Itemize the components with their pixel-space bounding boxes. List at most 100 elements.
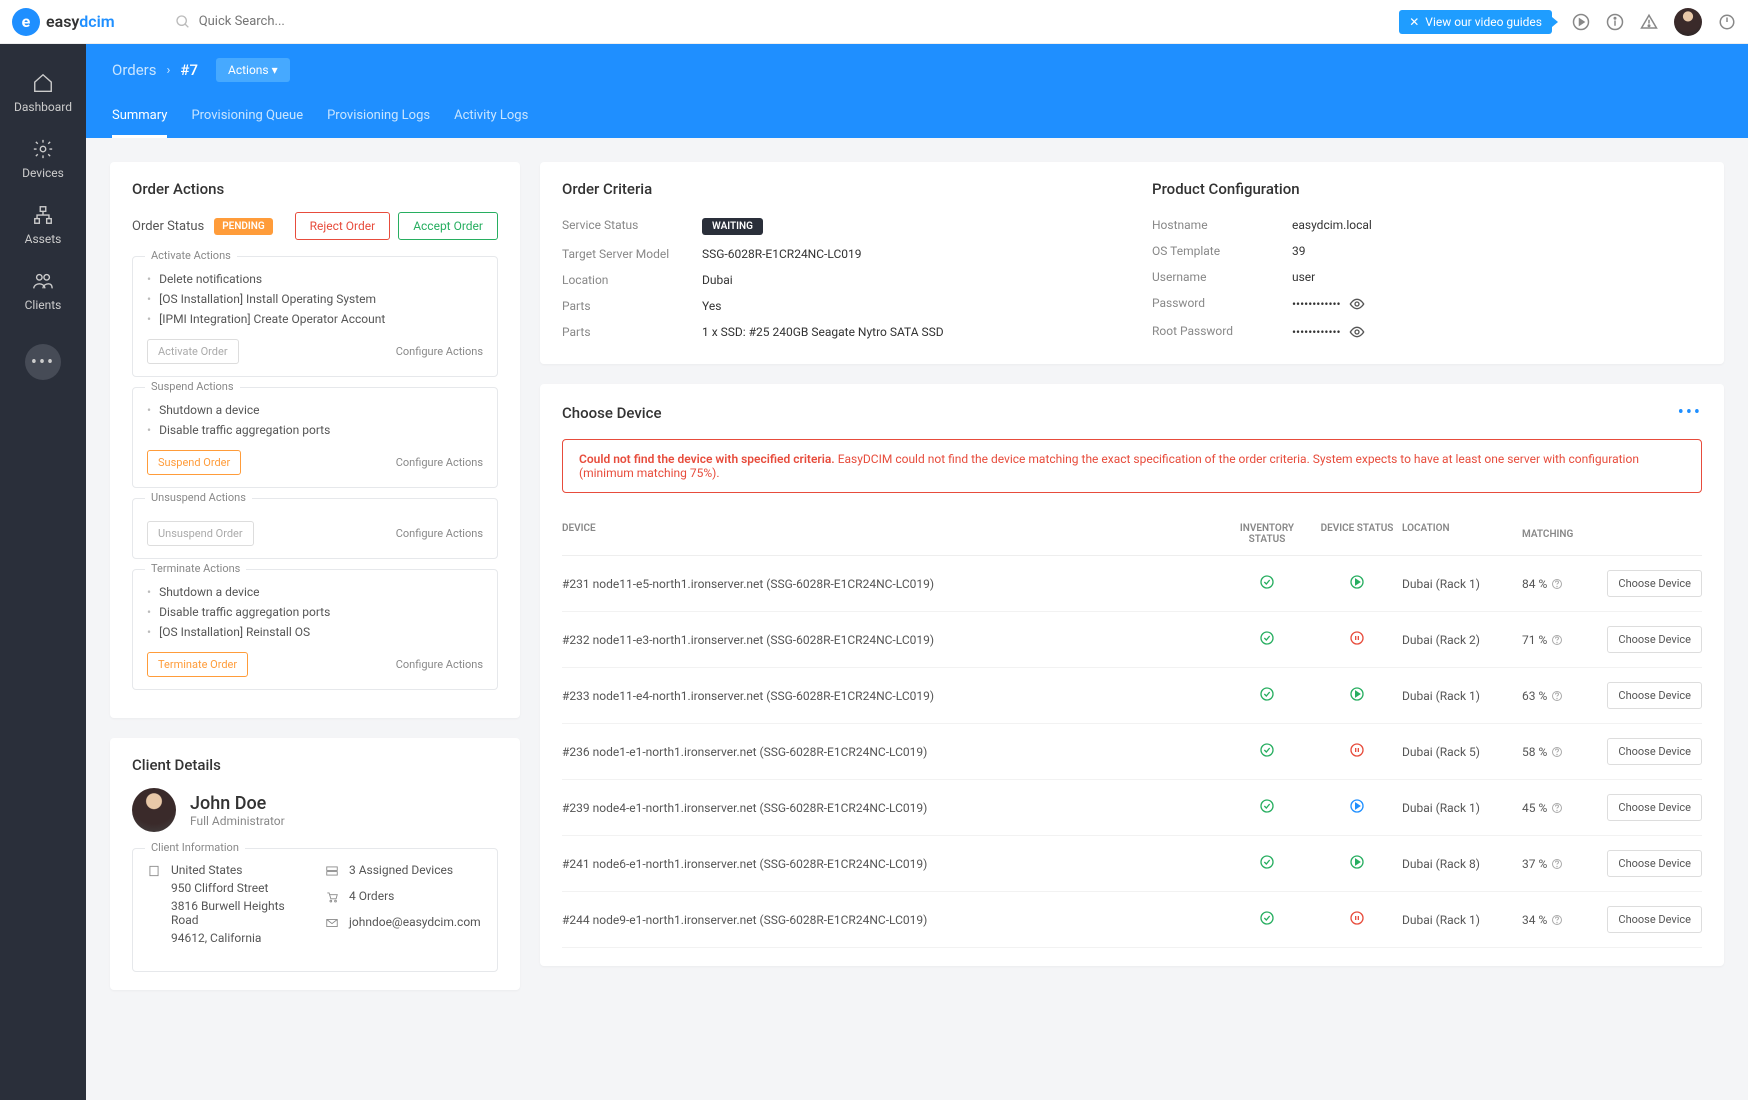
kv-row: PartsYes <box>562 293 1112 319</box>
help-icon[interactable] <box>1551 746 1563 758</box>
search-input[interactable] <box>199 14 399 29</box>
action-section-title: Suspend Actions <box>145 380 240 393</box>
help-icon[interactable] <box>1551 634 1563 646</box>
terminate-order-button[interactable]: Terminate Order <box>147 652 248 677</box>
sidebar-item-label: Clients <box>25 298 62 312</box>
close-icon[interactable]: ✕ <box>1409 15 1419 29</box>
video-guides-button[interactable]: ✕ View our video guides <box>1399 10 1552 34</box>
breadcrumb-parent[interactable]: Orders <box>112 61 157 79</box>
configure-actions-link[interactable]: Configure Actions <box>396 658 483 671</box>
choose-device-button[interactable]: Choose Device <box>1607 626 1702 653</box>
sidebar-item-devices[interactable]: Devices <box>0 126 86 192</box>
error-alert: Could not find the device with specified… <box>562 439 1702 493</box>
table-row: #233 node11-e4-north1.ironserver.net (SS… <box>562 668 1702 724</box>
order-status-label: Order Status <box>132 219 204 234</box>
sidebar-more-button[interactable]: ••• <box>25 344 61 380</box>
breadcrumb-current: #7 <box>180 61 198 79</box>
sidebar-item-label: Assets <box>25 232 62 246</box>
card-title: Choose Device <box>562 404 662 422</box>
play-circle-icon[interactable] <box>1572 13 1590 31</box>
device-status-icon <box>1312 854 1402 873</box>
action-section-title: Activate Actions <box>145 249 237 262</box>
tab-activity-logs[interactable]: Activity Logs <box>454 96 528 138</box>
configure-actions-link[interactable]: Configure Actions <box>396 456 483 469</box>
logo-icon: e <box>12 8 40 36</box>
choose-device-button[interactable]: Choose Device <box>1607 906 1702 933</box>
kv-row: Parts1 x SSD: #25 240GB Seagate Nytro SA… <box>562 319 1112 345</box>
suspend-order-button[interactable]: Suspend Order <box>147 450 241 475</box>
card-title: Order Actions <box>132 180 498 198</box>
logo[interactable]: e easydcim <box>12 8 115 36</box>
eye-icon[interactable] <box>1349 324 1365 340</box>
accept-order-button[interactable]: Accept Order <box>398 212 498 240</box>
choose-device-button[interactable]: Choose Device <box>1607 570 1702 597</box>
mail-icon <box>325 915 339 933</box>
client-meta-text: 3 Assigned Devices <box>349 863 453 877</box>
choose-device-button[interactable]: Choose Device <box>1607 850 1702 877</box>
client-name: John Doe <box>190 793 285 814</box>
kv-val: 1 x SSD: #25 240GB Seagate Nytro SATA SS… <box>702 325 944 339</box>
device-name: #233 node11-e4-north1.ironserver.net (SS… <box>562 689 1222 703</box>
eye-icon[interactable] <box>1349 296 1365 312</box>
help-icon[interactable] <box>1551 914 1563 926</box>
kv-row: Target Server ModelSSG-6028R-E1CR24NC-LC… <box>562 241 1112 267</box>
col-header-devstatus: DEVICE STATUS <box>1312 523 1402 545</box>
home-icon <box>32 72 54 94</box>
power-icon[interactable] <box>1718 13 1736 31</box>
kv-key: Location <box>562 273 702 287</box>
info-icon[interactable] <box>1606 13 1624 31</box>
help-icon[interactable] <box>1551 802 1563 814</box>
action-item: Delete notifications <box>147 269 483 289</box>
inventory-status-icon <box>1222 742 1312 761</box>
warning-icon[interactable] <box>1640 13 1658 31</box>
col-header-inventory: INVENTORY STATUS <box>1222 523 1312 545</box>
topbar: e easydcim ✕ View our video guides <box>0 0 1748 44</box>
device-location: Dubai (Rack 1) <box>1402 801 1522 815</box>
configure-actions-link[interactable]: Configure Actions <box>396 345 483 358</box>
help-icon[interactable] <box>1551 690 1563 702</box>
action-section: Suspend Actions Shutdown a deviceDisable… <box>132 387 498 488</box>
status-badge-waiting: WAITING <box>702 218 763 235</box>
choose-device-button[interactable]: Choose Device <box>1607 794 1702 821</box>
inventory-status-icon <box>1222 854 1312 873</box>
device-status-icon <box>1312 686 1402 705</box>
activate-order-button[interactable]: Activate Order <box>147 339 239 364</box>
card-title: Client Details <box>132 756 498 774</box>
sidebar-item-dashboard[interactable]: Dashboard <box>0 60 86 126</box>
choose-device-button[interactable]: Choose Device <box>1607 738 1702 765</box>
device-name: #239 node4-e1-north1.ironserver.net (SSG… <box>562 801 1222 815</box>
client-address: United States950 Clifford Street3816 Bur… <box>147 863 305 949</box>
logo-text: easydcim <box>46 12 115 31</box>
table-row: #239 node4-e1-north1.ironserver.net (SSG… <box>562 780 1702 836</box>
tab-provisioning-logs[interactable]: Provisioning Logs <box>327 96 430 138</box>
reject-order-button[interactable]: Reject Order <box>295 212 391 240</box>
client-meta-text: 4 Orders <box>349 889 394 903</box>
configure-actions-link[interactable]: Configure Actions <box>396 527 483 540</box>
address-line: 94612, California <box>171 931 305 945</box>
cart-icon <box>325 889 339 907</box>
action-item: Disable traffic aggregation ports <box>147 420 483 440</box>
sidebar-item-clients[interactable]: Clients <box>0 258 86 324</box>
more-options-button[interactable]: ••• <box>1678 402 1702 423</box>
help-icon[interactable] <box>1551 578 1563 590</box>
sidebar-item-assets[interactable]: Assets <box>0 192 86 258</box>
user-avatar[interactable] <box>1674 8 1702 36</box>
actions-dropdown[interactable]: Actions ▾ <box>216 58 290 82</box>
sidebar-item-label: Devices <box>22 166 64 180</box>
action-section-title: Unsuspend Actions <box>145 491 252 504</box>
choose-device-card: Choose Device ••• Could not find the dev… <box>540 384 1724 966</box>
tab-summary[interactable]: Summary <box>112 96 167 138</box>
tab-provisioning-queue[interactable]: Provisioning Queue <box>191 96 303 138</box>
choose-device-button[interactable]: Choose Device <box>1607 682 1702 709</box>
col-header-location: LOCATION <box>1402 523 1522 545</box>
device-name: #236 node1-e1-north1.ironserver.net (SSG… <box>562 745 1222 759</box>
device-status-icon <box>1312 574 1402 593</box>
table-row: #236 node1-e1-north1.ironserver.net (SSG… <box>562 724 1702 780</box>
client-info-title: Client Information <box>145 841 245 854</box>
unsuspend-order-button[interactable]: Unsuspend Order <box>147 521 254 546</box>
client-meta-row: johndoe@easydcim.com <box>325 915 483 933</box>
help-icon[interactable] <box>1551 858 1563 870</box>
address-line: United States <box>171 863 305 877</box>
gear-icon <box>32 138 54 160</box>
search[interactable] <box>175 14 399 30</box>
